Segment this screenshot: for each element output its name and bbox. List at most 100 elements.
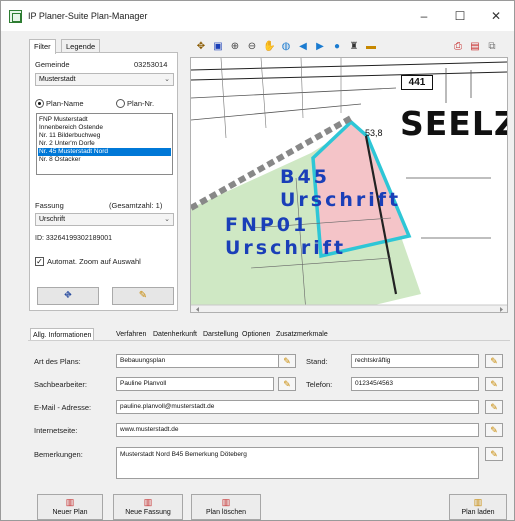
globe-icon[interactable]: ◍ [280, 40, 292, 53]
plan-list[interactable]: FNP Musterstadt Innenbereich Ostende Nr.… [36, 113, 173, 175]
new-fassung-icon: ▥ [143, 497, 153, 507]
map-label-urschrift: Urschrift [225, 237, 347, 259]
telefon-label: Telefon: [306, 380, 333, 389]
auto-zoom-checkbox[interactable]: ✓ [35, 257, 44, 266]
pencil-icon: ✎ [138, 290, 148, 301]
list-item[interactable]: FNP Musterstadt [39, 116, 88, 124]
chevron-down-icon: ⌄ [164, 216, 170, 223]
map-view[interactable]: 441 SEELZ 53,8 B45 Urschrift FNP01 Ursch… [190, 57, 508, 313]
new-fassung-button[interactable]: ▥ Neue Fassung [113, 494, 183, 520]
fassung-select[interactable]: Urschrift ⌄ [35, 213, 174, 226]
radio-plan-name-label: Plan-Name [46, 99, 84, 108]
back-icon[interactable]: ◀ [297, 40, 309, 53]
tab-legende[interactable]: Legende [61, 39, 101, 53]
internet-edit-button[interactable]: ✎ [485, 423, 503, 437]
sachbearbeiter-field[interactable]: Pauline Planvoll [116, 377, 274, 391]
gemeinde-select-value: Musterstadt [39, 76, 76, 83]
sachbearbeiter-label: Sachbearbeiter: [34, 380, 87, 389]
app-icon [9, 10, 22, 23]
map-canvas [191, 58, 507, 312]
zoom-in-icon[interactable]: ⊕ [229, 40, 241, 53]
pencil-icon: ✎ [490, 402, 498, 412]
ruler-icon[interactable]: ▬ [365, 40, 377, 53]
new-plan-label: Neuer Plan [52, 509, 88, 516]
bemerkungen-text: Musterstadt Nord B45 Bemerkung Döteberg [120, 451, 247, 458]
forward-icon[interactable]: ▶ [314, 40, 326, 53]
delete-plan-label: Plan löschen [205, 509, 247, 516]
pencil-icon: ✎ [490, 379, 498, 389]
export-icon[interactable]: ▤ [469, 40, 481, 53]
new-plan-button[interactable]: ▥ Neuer Plan [37, 494, 103, 520]
info-panel: Art des Plans: Bebauungsplan ✎ Stand: re… [28, 340, 510, 480]
radio-plan-nr-label: Plan-Nr. [127, 99, 155, 108]
street-line [191, 87, 397, 99]
stand-field[interactable]: rechtskräftig [351, 354, 479, 368]
pencil-icon: ✎ [490, 356, 498, 366]
email-edit-button[interactable]: ✎ [485, 400, 503, 414]
list-item[interactable]: Innenbereich Ostende [39, 124, 103, 132]
title-bar: IP Planer-Suite Plan-Manager – ☐ ✕ [1, 1, 514, 31]
window-title: IP Planer-Suite Plan-Manager [28, 11, 148, 21]
street-line [191, 71, 507, 81]
copy-icon[interactable]: ⧉ [486, 40, 498, 53]
load-plan-icon: ▥ [473, 497, 483, 507]
search-button[interactable]: ⛖ [37, 287, 99, 305]
save-icon[interactable]: ▣ [212, 40, 224, 53]
list-item[interactable]: Nr. 8 Ostacker [39, 156, 81, 164]
parcel-line [220, 58, 227, 139]
street-line [191, 61, 507, 71]
load-plan-label: Plan laden [461, 509, 495, 516]
chevron-down-icon: ⌄ [164, 76, 170, 83]
gesamtzahl-label: (Gesamtzahl: 1) [109, 201, 163, 210]
gemeinde-label: Gemeinde [35, 60, 70, 69]
print-icon[interactable]: ⎙ [452, 40, 464, 53]
fassung-label: Fassung [35, 201, 64, 210]
pencil-icon: ✎ [283, 356, 291, 366]
tab-filter[interactable]: Filter [29, 39, 56, 54]
bemerkungen-field[interactable]: Musterstadt Nord B45 Bemerkung Döteberg [116, 447, 479, 479]
edit-button[interactable]: ✎ [112, 287, 174, 305]
info-icon[interactable]: ● [331, 40, 343, 53]
bemerkungen-edit-button[interactable]: ✎ [485, 447, 503, 461]
plan-id: ID: 33264199302189001 [35, 235, 113, 242]
delete-plan-button[interactable]: ▥ Plan löschen [191, 494, 261, 520]
sachbearbeiter-edit-button[interactable]: ✎ [278, 377, 296, 391]
new-fassung-label: Neue Fassung [125, 509, 171, 516]
close-button[interactable]: ✕ [483, 7, 509, 25]
radio-plan-nr[interactable] [116, 99, 125, 108]
binoculars-icon[interactable]: ♜ [348, 40, 360, 53]
pencil-icon: ✎ [490, 425, 498, 435]
map-label-fnp: FNP01 [225, 214, 310, 236]
bemerkungen-label: Bemerkungen: [34, 450, 83, 459]
delete-plan-icon: ▥ [221, 497, 231, 507]
pan-icon[interactable]: ✋ [263, 40, 275, 53]
telefon-edit-button[interactable]: ✎ [485, 377, 503, 391]
email-label: E-Mail - Adresse: [34, 403, 92, 412]
street-line [191, 103, 362, 121]
art-edit-button[interactable]: ✎ [278, 354, 296, 368]
maximize-button[interactable]: ☐ [447, 7, 473, 25]
filter-panel: Gemeinde 03253014 Musterstadt ⌄ Plan-Nam… [29, 52, 178, 311]
auto-zoom-label: Automat. Zoom auf Auswahl [47, 257, 141, 266]
elevation-label: 53,8 [365, 128, 383, 138]
zoom-out-icon[interactable]: ⊖ [246, 40, 258, 53]
list-item[interactable]: Nr. 11 Bilderbuchweg [39, 132, 100, 140]
map-label-urschrift: Urschrift [280, 189, 402, 211]
move-icon[interactable]: ✥ [195, 40, 207, 53]
plan-manager-window: IP Planer-Suite Plan-Manager – ☐ ✕ Filte… [0, 0, 515, 521]
pencil-icon: ✎ [490, 449, 498, 459]
email-field[interactable]: pauline.planvoll@musterstadt.de [116, 400, 479, 414]
internet-field[interactable]: www.musterstadt.de [116, 423, 479, 437]
internet-label: Internetseite: [34, 426, 78, 435]
telefon-field[interactable]: 012345/4563 [351, 377, 479, 391]
road-number: 441 [401, 75, 433, 90]
gemeinde-select[interactable]: Musterstadt ⌄ [35, 73, 174, 86]
art-field[interactable]: Bebauungsplan [116, 354, 296, 368]
list-item-selected[interactable]: Nr. 45 Musterstadt Nord [38, 148, 171, 156]
list-item[interactable]: Nr. 2 Unter'm Dorfe [39, 140, 95, 148]
minimize-button[interactable]: – [411, 7, 437, 25]
stand-edit-button[interactable]: ✎ [485, 354, 503, 368]
radio-plan-name[interactable] [35, 99, 44, 108]
pencil-icon: ✎ [283, 379, 291, 389]
load-plan-button[interactable]: ▥ Plan laden [449, 494, 507, 520]
